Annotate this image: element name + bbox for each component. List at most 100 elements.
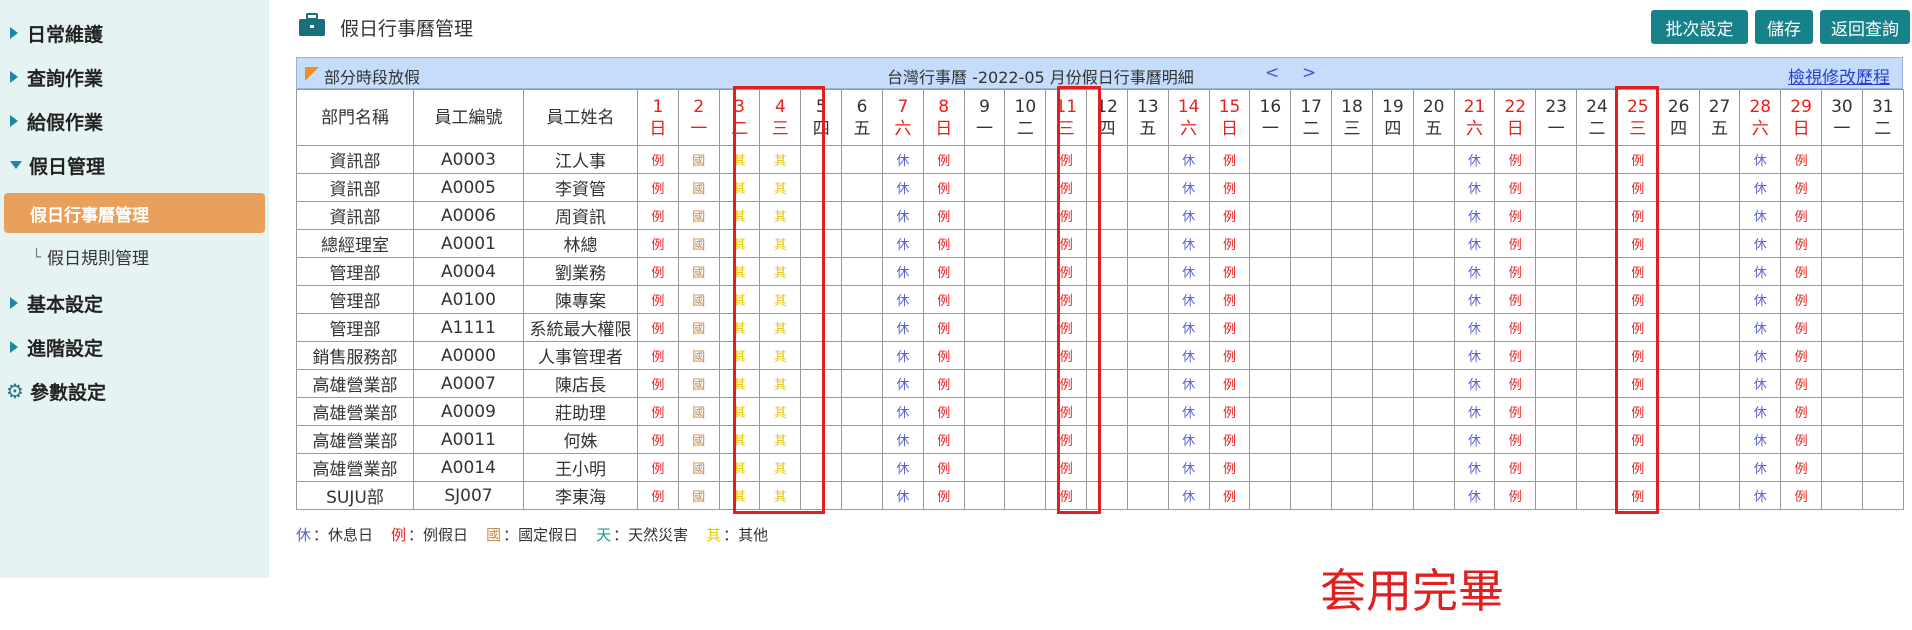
day-cell[interactable] [1576, 257, 1618, 286]
day-cell[interactable]: 休 [881, 313, 924, 342]
day-cell[interactable]: 例 [1616, 341, 1659, 370]
day-cell[interactable] [1086, 229, 1128, 258]
day-cell[interactable] [1290, 173, 1333, 202]
day-cell[interactable]: 其 [759, 257, 802, 286]
day-cell[interactable]: 例 [1045, 453, 1088, 482]
day-cell[interactable] [1657, 481, 1700, 510]
day-cell[interactable]: 休 [1167, 145, 1210, 174]
day-cell[interactable]: 例 [1208, 481, 1251, 510]
day-cell[interactable] [1371, 313, 1414, 342]
day-cell[interactable] [841, 397, 883, 426]
day-cell[interactable]: 例 [1208, 397, 1251, 426]
day-cell[interactable]: 例 [1780, 257, 1823, 286]
day-cell[interactable]: 例 [1780, 313, 1823, 342]
day-cell[interactable] [1576, 229, 1618, 258]
day-cell[interactable]: 休 [1167, 229, 1210, 258]
day-cell[interactable] [800, 453, 843, 482]
day-cell[interactable]: 休 [1167, 341, 1210, 370]
next-month-button[interactable]: > [1302, 63, 1316, 83]
day-cell[interactable] [963, 341, 1006, 370]
day-cell[interactable] [1126, 341, 1169, 370]
day-cell[interactable] [1698, 173, 1741, 202]
day-cell[interactable] [1086, 201, 1128, 230]
day-cell[interactable] [1576, 341, 1618, 370]
day-cell[interactable] [1126, 145, 1169, 174]
day-cell[interactable] [841, 229, 883, 258]
day-cell[interactable] [800, 397, 843, 426]
day-cell[interactable]: 休 [881, 369, 924, 398]
day-cell[interactable] [1412, 453, 1455, 482]
day-cell[interactable]: 其 [718, 145, 761, 174]
day-cell[interactable] [1126, 229, 1169, 258]
day-cell[interactable]: 例 [1616, 145, 1659, 174]
day-cell[interactable] [1371, 201, 1414, 230]
day-cell[interactable] [963, 453, 1006, 482]
day-cell[interactable] [800, 173, 843, 202]
day-cell[interactable] [841, 481, 883, 510]
day-cell[interactable] [963, 173, 1006, 202]
day-cell[interactable]: 例 [1045, 201, 1088, 230]
day-cell[interactable] [1412, 369, 1455, 398]
day-cell[interactable] [1657, 285, 1700, 314]
day-cell[interactable] [1371, 369, 1414, 398]
day-cell[interactable]: 例 [1208, 229, 1251, 258]
day-cell[interactable] [1412, 201, 1455, 230]
day-cell[interactable] [963, 145, 1006, 174]
day-cell[interactable] [1821, 229, 1863, 258]
day-cell[interactable]: 休 [1453, 313, 1496, 342]
day-cell[interactable]: 其 [759, 425, 802, 454]
day-cell[interactable]: 其 [759, 201, 802, 230]
day-cell[interactable]: 國 [677, 145, 720, 174]
day-cell[interactable]: 例 [1780, 425, 1823, 454]
day-cell[interactable] [1331, 173, 1373, 202]
day-cell[interactable] [1086, 425, 1128, 454]
day-cell[interactable]: 其 [718, 257, 761, 286]
day-cell[interactable] [1004, 173, 1047, 202]
day-cell[interactable]: 國 [677, 285, 720, 314]
day-cell[interactable] [1861, 201, 1904, 230]
day-cell[interactable] [1004, 453, 1047, 482]
day-cell[interactable]: 例 [637, 453, 679, 482]
day-cell[interactable] [1331, 201, 1373, 230]
nav-holiday-rules[interactable]: └ 假日規則管理 [32, 244, 149, 270]
day-cell[interactable] [800, 341, 843, 370]
day-cell[interactable]: 例 [1780, 369, 1823, 398]
day-cell[interactable]: 休 [1739, 201, 1782, 230]
day-cell[interactable] [841, 173, 883, 202]
day-cell[interactable] [800, 229, 843, 258]
day-cell[interactable] [1086, 453, 1128, 482]
day-cell[interactable]: 國 [677, 453, 720, 482]
day-cell[interactable]: 例 [637, 313, 679, 342]
day-cell[interactable]: 例 [1208, 369, 1251, 398]
day-cell[interactable] [1535, 173, 1578, 202]
day-cell[interactable]: 例 [1045, 481, 1088, 510]
day-cell[interactable] [963, 201, 1006, 230]
day-cell[interactable]: 例 [922, 481, 965, 510]
day-cell[interactable]: 其 [759, 285, 802, 314]
day-cell[interactable] [1821, 285, 1863, 314]
day-cell[interactable] [1290, 145, 1333, 174]
day-cell[interactable]: 其 [718, 397, 761, 426]
day-cell[interactable]: 例 [1780, 397, 1823, 426]
day-cell[interactable] [1249, 173, 1292, 202]
day-cell[interactable]: 休 [1739, 481, 1782, 510]
day-cell[interactable] [1331, 257, 1373, 286]
day-cell[interactable]: 例 [637, 257, 679, 286]
day-cell[interactable] [800, 313, 843, 342]
day-cell[interactable] [963, 369, 1006, 398]
day-cell[interactable]: 例 [1494, 173, 1537, 202]
day-cell[interactable] [1004, 313, 1047, 342]
day-cell[interactable] [1698, 313, 1741, 342]
day-cell[interactable]: 其 [718, 201, 761, 230]
day-cell[interactable] [1331, 481, 1373, 510]
day-cell[interactable] [1576, 201, 1618, 230]
day-cell[interactable]: 其 [759, 341, 802, 370]
day-cell[interactable] [1412, 481, 1455, 510]
day-cell[interactable] [1371, 285, 1414, 314]
day-cell[interactable] [1249, 257, 1292, 286]
day-cell[interactable] [1126, 369, 1169, 398]
day-cell[interactable]: 休 [1453, 481, 1496, 510]
day-cell[interactable] [1412, 257, 1455, 286]
day-cell[interactable]: 例 [1045, 229, 1088, 258]
day-cell[interactable] [1821, 397, 1863, 426]
